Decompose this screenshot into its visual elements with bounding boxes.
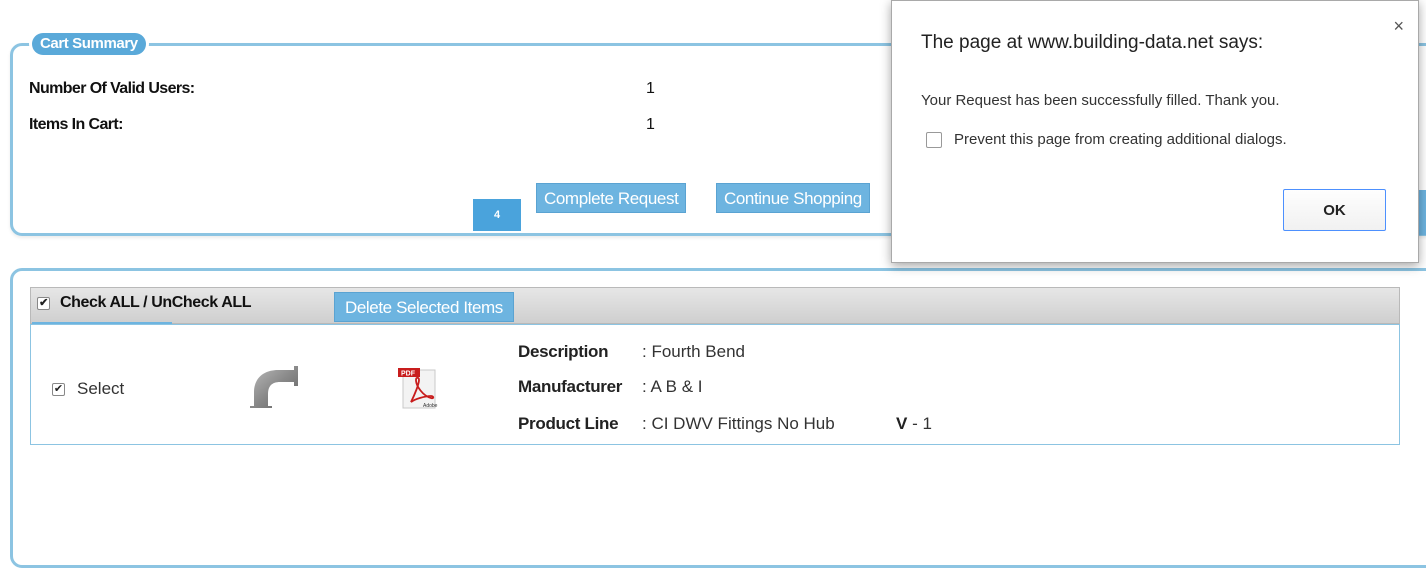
items-in-cart-label: Items In Cart:	[29, 116, 123, 133]
description-value: : Fourth Bend	[642, 342, 746, 361]
item-select-checkbox[interactable]: ✔	[52, 382, 65, 396]
alert-dialog: The page at www.building-data.net says: …	[891, 0, 1419, 263]
cart-summary-legend: Cart Summary	[32, 33, 146, 55]
pdf-tag: PDF	[401, 371, 416, 378]
version-value: - 1	[907, 414, 932, 433]
manufacturer-label: Manufacturer	[518, 377, 623, 396]
prevent-dialogs-checkbox[interactable]	[926, 131, 942, 148]
check-all-checkbox[interactable]: ✔	[37, 296, 50, 310]
pdf-icon[interactable]: PDF Adobe	[397, 366, 443, 410]
valid-users-label: Number Of Valid Users:	[29, 80, 195, 97]
dialog-message: Your Request has been successfully fille…	[921, 92, 1280, 109]
manufacturer-value: : A B & I	[642, 377, 703, 396]
ok-button[interactable]: OK	[1283, 189, 1386, 231]
continue-shopping-button[interactable]: Continue Shopping	[716, 183, 870, 213]
item-select[interactable]: ✔ Select	[52, 379, 124, 399]
check-all-label: Check ALL / UnCheck ALL	[60, 294, 252, 311]
fourth-bend-thumbnail-icon[interactable]	[250, 366, 300, 408]
close-icon[interactable]: ×	[1393, 16, 1404, 37]
valid-users-value: 1	[646, 80, 655, 97]
description-label: Description	[518, 342, 609, 361]
adobe-label: Adobe	[423, 403, 438, 409]
dialog-title: The page at www.building-data.net says:	[921, 32, 1264, 53]
hidden-button-edge	[1419, 190, 1426, 235]
version-label: V	[896, 414, 908, 433]
items-in-cart-value: 1	[646, 116, 655, 133]
product-line-value: : CI DWV Fittings No Hub	[642, 414, 835, 433]
prevent-dialogs-option[interactable]: Prevent this page from creating addition…	[926, 131, 1287, 148]
item-select-label: Select	[77, 379, 125, 398]
prevent-dialogs-label: Prevent this page from creating addition…	[954, 131, 1287, 148]
step-badge: 4	[473, 199, 521, 231]
version-info: V - 1	[896, 414, 932, 434]
complete-request-button[interactable]: Complete Request	[536, 183, 687, 213]
check-all-toggle[interactable]: ✔ Check ALL / UnCheck ALL	[37, 294, 252, 312]
delete-selected-button[interactable]: Delete Selected Items	[334, 292, 514, 322]
product-line-label: Product Line	[518, 414, 619, 433]
